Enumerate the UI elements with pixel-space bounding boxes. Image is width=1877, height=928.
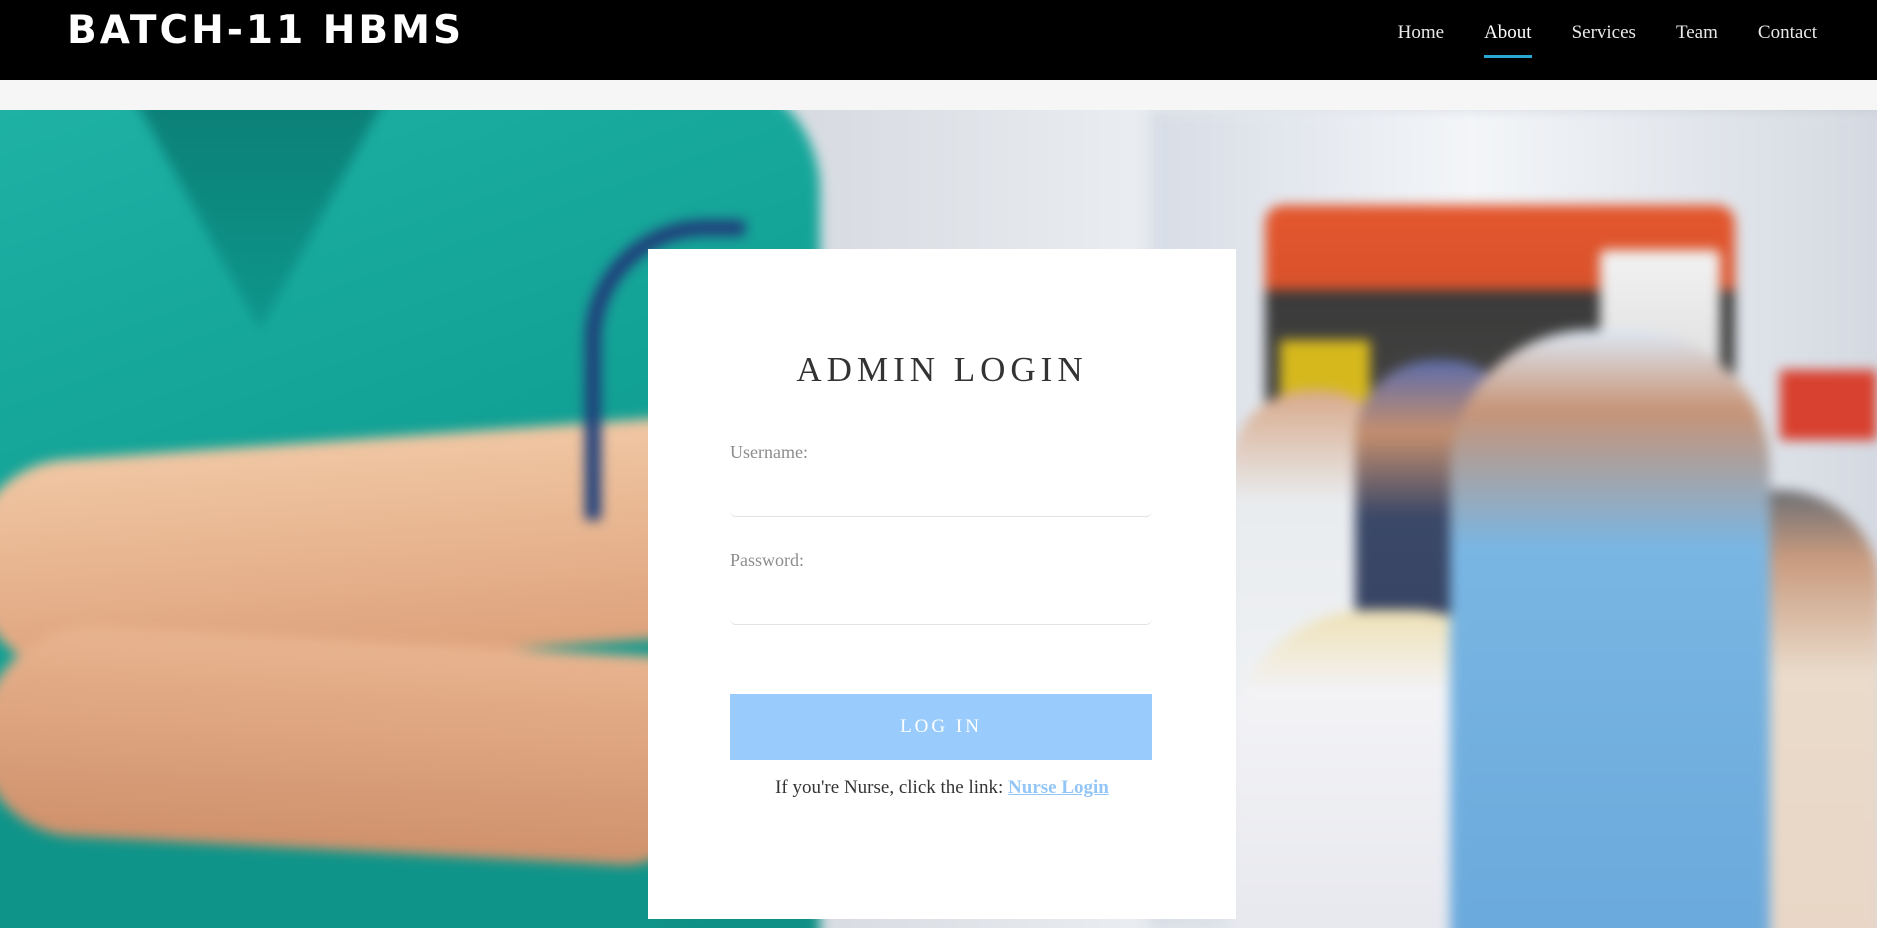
site-brand[interactable]: BATCH-11 HBMS — [67, 7, 464, 55]
username-label: Username: — [730, 442, 808, 462]
nurse-login-prompt: If you're Nurse, click the link: Nurse L… — [648, 776, 1236, 800]
nav-item-team[interactable]: Team — [1676, 0, 1718, 43]
password-input[interactable] — [730, 589, 1152, 625]
password-label: Password: — [730, 550, 805, 570]
nav-item-contact[interactable]: Contact — [1758, 0, 1817, 43]
crossed-arm-lower — [0, 621, 706, 869]
login-button[interactable]: LOG IN — [730, 694, 1152, 760]
username-input[interactable] — [730, 481, 1152, 517]
main-nav: Home About Services Team Contact — [1358, 0, 1817, 80]
header-spacer-strip — [0, 80, 1877, 110]
nurse-login-link[interactable]: Nurse Login — [1008, 777, 1109, 798]
login-title: ADMIN LOGIN — [796, 350, 1088, 389]
nurse-login-prompt-text: If you're Nurse, click the link: — [775, 777, 1009, 798]
nurse-figure — [1450, 330, 1770, 928]
login-card: ADMIN LOGIN Username: Password: LOG IN I… — [648, 249, 1236, 919]
nav-item-services[interactable]: Services — [1572, 0, 1636, 43]
nav-item-home[interactable]: Home — [1398, 0, 1444, 43]
nav-item-about[interactable]: About — [1484, 0, 1532, 58]
red-sign-shape — [1780, 370, 1877, 440]
top-navbar: BATCH-11 HBMS Home About Services Team C… — [0, 0, 1877, 80]
